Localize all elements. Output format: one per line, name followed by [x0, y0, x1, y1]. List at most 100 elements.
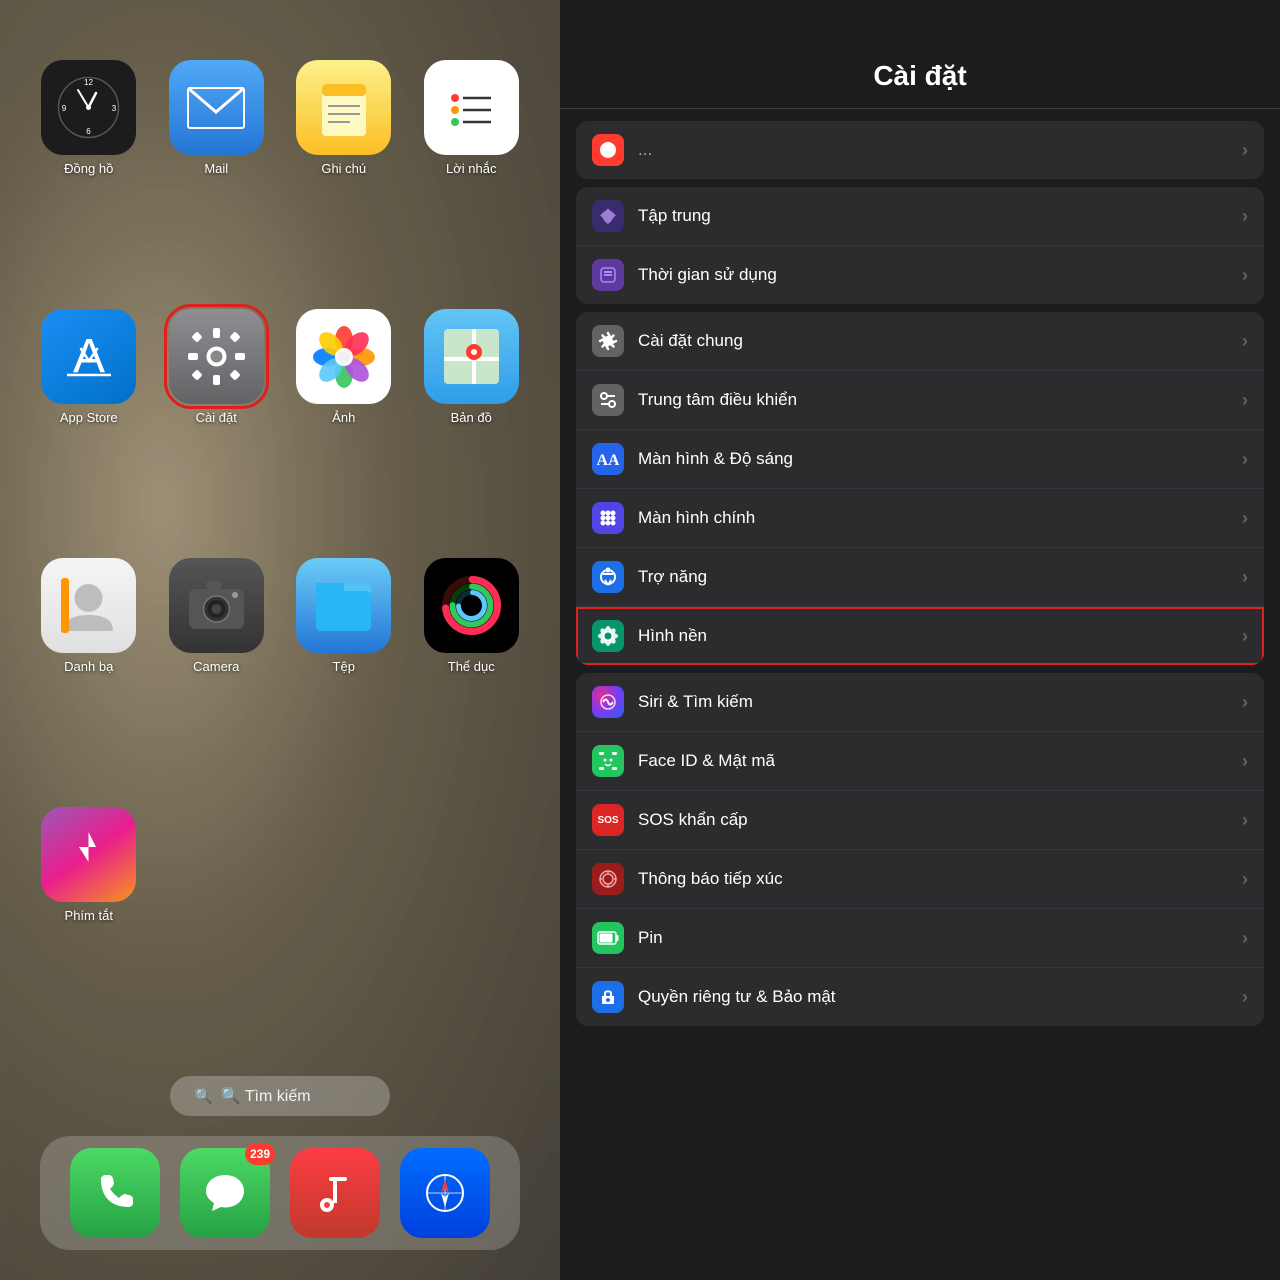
control-chevron: › [1242, 390, 1248, 411]
app-maps-label: Bản đồ [451, 410, 492, 425]
settings-row-general[interactable]: Cài đặt chung › [576, 312, 1264, 371]
sos-text: SOS [597, 815, 618, 826]
svg-text:9: 9 [62, 104, 67, 113]
faceid-chevron: › [1242, 751, 1248, 772]
top-item-icon [592, 134, 624, 166]
battery-icon [592, 922, 624, 954]
app-clock-label: Đồng hồ [64, 161, 113, 176]
app-reminders-label: Lời nhắc [446, 161, 496, 176]
app-camera[interactable]: Camera [158, 558, 276, 787]
faceid-icon [592, 745, 624, 777]
top-item-label: ... [638, 140, 1242, 160]
app-appstore-label: App Store [60, 410, 118, 425]
settings-group-2: Cài đặt chung › Trung tâm điều khiển › [576, 312, 1264, 665]
siri-chevron: › [1242, 692, 1248, 713]
top-item-chevron: › [1242, 140, 1248, 161]
settings-row-display[interactable]: AA Màn hình & Độ sáng › [576, 430, 1264, 489]
settings-row-privacy[interactable]: Quyền riêng tư & Bảo mật › [576, 968, 1264, 1026]
battery-chevron: › [1242, 928, 1248, 949]
svg-text:3: 3 [112, 104, 117, 113]
settings-group-top: ... › [576, 121, 1264, 179]
accessibility-label: Trợ năng [638, 567, 1242, 587]
wallpaper-label: Hình nền [638, 626, 1242, 646]
app-contacts[interactable]: Danh bạ [30, 558, 148, 787]
settings-row-topitem[interactable]: ... › [576, 121, 1264, 179]
screentime-label: Thời gian sử dụng [638, 265, 1242, 285]
exposure-chevron: › [1242, 869, 1248, 890]
settings-row-control[interactable]: Trung tâm điều khiển › [576, 371, 1264, 430]
dock-phone[interactable] [70, 1148, 160, 1238]
app-photos[interactable]: Ảnh [285, 309, 403, 538]
app-notes[interactable]: Ghi chú [285, 60, 403, 289]
svg-text:6: 6 [87, 127, 92, 136]
app-clock[interactable]: 12 3 6 9 Đồng hồ [30, 60, 148, 289]
control-label: Trung tâm điều khiển [638, 390, 1242, 410]
privacy-label: Quyền riêng tư & Bảo mật [638, 987, 1242, 1007]
settings-row-wallpaper[interactable]: Hình nền › [576, 607, 1264, 665]
settings-row-battery[interactable]: Pin › [576, 909, 1264, 968]
search-icon: 🔍 [194, 1087, 213, 1105]
settings-row-faceid[interactable]: Face ID & Mật mã › [576, 732, 1264, 791]
app-fitness[interactable]: Thể dục [413, 558, 531, 787]
dock-messages[interactable]: 239 [180, 1148, 270, 1238]
settings-row-siri[interactable]: Siri & Tìm kiếm › [576, 673, 1264, 732]
sos-label: SOS khẩn cấp [638, 810, 1242, 830]
dock-music[interactable] [290, 1148, 380, 1238]
privacy-chevron: › [1242, 987, 1248, 1008]
settings-group-1: Tập trung › Thời gian sử dụng › [576, 187, 1264, 304]
app-mail[interactable]: Mail [158, 60, 276, 289]
siri-label: Siri & Tìm kiếm [638, 692, 1242, 712]
app-settings[interactable]: Cài đặt [158, 309, 276, 538]
app-mail-label: Mail [204, 161, 228, 176]
wallpaper-icon [592, 620, 624, 652]
settings-row-homescreen[interactable]: Màn hình chính › [576, 489, 1264, 548]
faceid-label: Face ID & Mật mã [638, 751, 1242, 771]
general-chevron: › [1242, 331, 1248, 352]
settings-header: Cài đặt [560, 0, 1280, 109]
exposure-label: Thông báo tiếp xúc [638, 869, 1242, 889]
general-label: Cài đặt chung [638, 331, 1242, 351]
app-settings-label: Cài đặt [196, 410, 237, 425]
focus-label: Tập trung [638, 206, 1242, 226]
search-bar-text: 🔍 Tìm kiếm [221, 1086, 311, 1106]
settings-list: ... › Tập trung › [560, 109, 1280, 1280]
messages-badge: 239 [245, 1143, 275, 1165]
settings-group-3: Siri & Tìm kiếm › Face ID & Mật mã [576, 673, 1264, 1026]
app-photos-label: Ảnh [332, 410, 355, 425]
app-shortcuts-label: Phím tắt [65, 908, 113, 923]
homescreen-label: Màn hình chính [638, 508, 1242, 528]
settings-row-sos[interactable]: SOS SOS khẩn cấp › [576, 791, 1264, 850]
settings-panel: Cài đặt ... › T [560, 0, 1280, 1280]
app-contacts-label: Danh bạ [64, 659, 113, 674]
display-icon: AA [592, 443, 624, 475]
settings-row-focus[interactable]: Tập trung › [576, 187, 1264, 246]
general-icon [592, 325, 624, 357]
accessibility-chevron: › [1242, 567, 1248, 588]
dock: 239 [40, 1136, 520, 1250]
app-shortcuts[interactable]: Phím tắt [30, 807, 148, 1036]
sos-chevron: › [1242, 810, 1248, 831]
app-files[interactable]: Tệp [285, 558, 403, 787]
settings-title: Cài đặt [873, 60, 966, 91]
search-bar[interactable]: 🔍 🔍 Tìm kiếm [170, 1076, 390, 1116]
display-chevron: › [1242, 449, 1248, 470]
app-appstore[interactable]: A App Store [30, 309, 148, 538]
app-notes-label: Ghi chú [321, 161, 366, 176]
dock-safari[interactable] [400, 1148, 490, 1238]
app-camera-label: Camera [193, 659, 239, 674]
settings-row-accessibility[interactable]: Trợ năng › [576, 548, 1264, 607]
control-icon [592, 384, 624, 416]
svg-text:12: 12 [84, 78, 93, 87]
settings-row-screentime[interactable]: Thời gian sử dụng › [576, 246, 1264, 304]
app-maps[interactable]: Bản đồ [413, 309, 531, 538]
search-bar-container: 🔍 🔍 Tìm kiếm [30, 1056, 530, 1136]
display-label: Màn hình & Độ sáng [638, 449, 1242, 469]
accessibility-icon [592, 561, 624, 593]
exposure-icon [592, 863, 624, 895]
home-screen: 12 3 6 9 Đồng hồ [0, 0, 560, 1280]
app-fitness-label: Thể dục [448, 659, 495, 674]
homescreen-icon [592, 502, 624, 534]
settings-row-exposure[interactable]: Thông báo tiếp xúc › [576, 850, 1264, 909]
svg-text:AA: AA [597, 452, 619, 469]
app-reminders[interactable]: Lời nhắc [413, 60, 531, 289]
